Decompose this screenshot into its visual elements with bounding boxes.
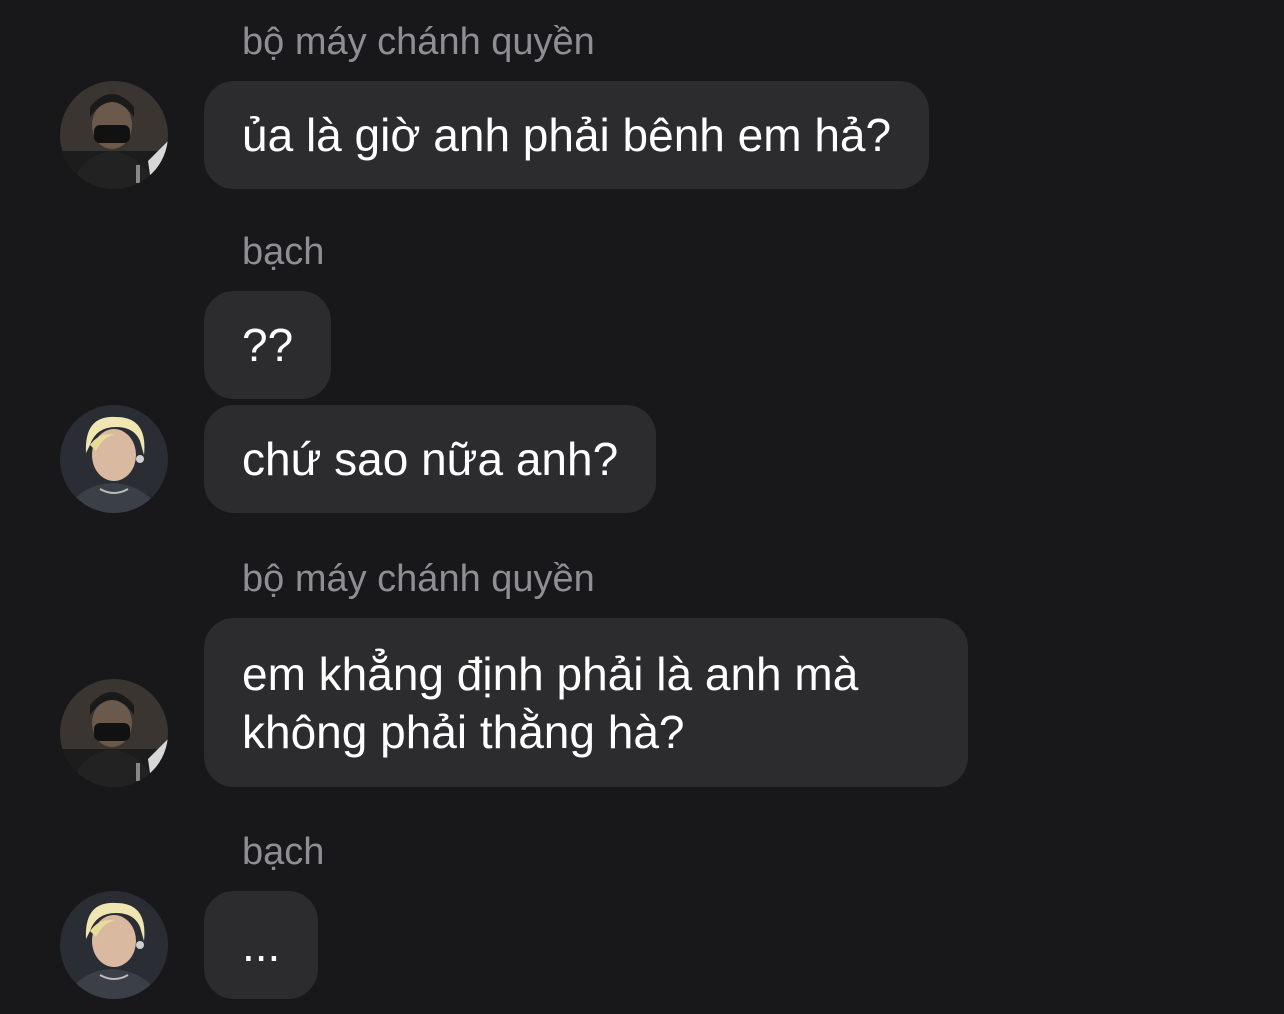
sender-name: bạch <box>242 831 325 873</box>
message-text: ủa là giờ anh phải bênh em hả? <box>242 109 892 161</box>
message-bubble[interactable]: em khẳng định phải là anh mà không phải … <box>204 618 968 787</box>
message-bubble[interactable]: ... <box>204 891 319 999</box>
message-text: em khẳng định phải là anh mà không phải … <box>242 645 858 761</box>
message-text: chứ sao nữa anh? <box>242 433 619 485</box>
message-bubble[interactable]: ?? <box>204 291 332 399</box>
message-text: ?? <box>242 319 294 371</box>
sender-name: bộ máy chánh quyền <box>242 21 595 63</box>
message-bubble[interactable]: chứ sao nữa anh? <box>204 405 657 513</box>
sender-name: bộ máy chánh quyền <box>242 558 595 600</box>
message-text: ... <box>242 919 281 971</box>
message-line: em khẳng định phải là anh mà <box>242 647 859 700</box>
sender-name: bạch <box>242 231 325 273</box>
masked-person-avatar-icon[interactable] <box>60 679 168 787</box>
blonde-person-avatar-icon[interactable] <box>60 405 168 513</box>
masked-person-avatar-icon[interactable] <box>60 81 168 189</box>
blonde-person-avatar-icon[interactable] <box>60 891 168 999</box>
message-bubble[interactable]: ủa là giờ anh phải bênh em hả? <box>204 81 930 189</box>
message-line: không phải thằng hà? <box>242 705 685 758</box>
